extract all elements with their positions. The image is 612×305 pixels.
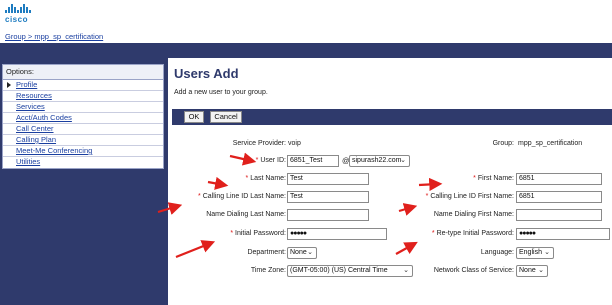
last-name-arrow xyxy=(207,176,229,190)
cli-first-name-arrow xyxy=(398,203,418,216)
cli-last-name-arrow xyxy=(157,202,183,215)
initial-password-arrow xyxy=(175,240,216,259)
retype-password-arrow xyxy=(395,241,418,255)
first-name-arrow xyxy=(418,177,443,192)
user-id-arrow xyxy=(229,152,257,166)
red-annotation-arrow xyxy=(157,152,443,259)
annotation-arrows xyxy=(157,152,443,259)
